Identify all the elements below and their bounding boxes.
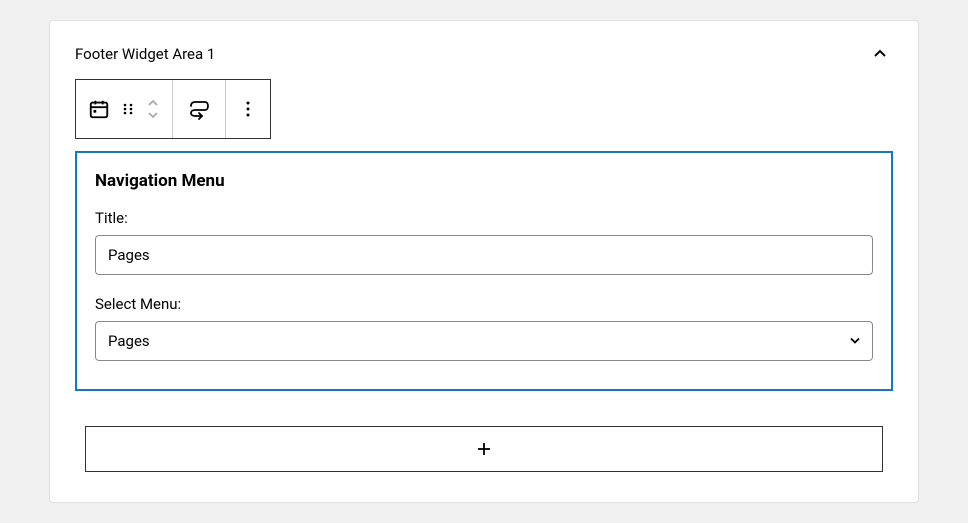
collapse-button[interactable] [867, 41, 893, 67]
block-toolbar [75, 79, 271, 139]
title-label: Title: [95, 209, 873, 227]
select-menu-dropdown[interactable]: Pages [95, 321, 873, 361]
title-field-group: Title: [95, 209, 873, 275]
select-menu-wrapper: Pages [95, 321, 873, 361]
select-menu-label: Select Menu: [95, 295, 873, 313]
panel-header: Footer Widget Area 1 [75, 41, 893, 67]
move-down-button[interactable] [146, 110, 160, 120]
loop-icon [187, 97, 211, 121]
toolbar-group-type [76, 80, 173, 138]
calendar-icon [88, 98, 110, 120]
block-type-button[interactable] [88, 98, 110, 120]
more-vertical-icon [240, 99, 256, 119]
navigation-menu-widget: Navigation Menu Title: Select Menu: Page… [75, 151, 893, 391]
toolbar-group-transform [173, 80, 226, 138]
chevron-down-icon [146, 110, 160, 120]
move-buttons [146, 98, 160, 120]
transform-button[interactable] [187, 97, 211, 121]
title-input[interactable] [95, 235, 873, 275]
drag-handle[interactable] [120, 101, 136, 117]
widget-area-title: Footer Widget Area 1 [75, 45, 215, 63]
drag-icon [120, 101, 136, 117]
chevron-up-icon [146, 98, 160, 108]
add-block-button[interactable] [85, 426, 883, 472]
more-options-button[interactable] [240, 99, 256, 119]
widget-area-panel: Footer Widget Area 1 [49, 20, 919, 503]
plus-icon [474, 439, 494, 459]
widget-name: Navigation Menu [95, 171, 873, 191]
move-up-button[interactable] [146, 98, 160, 108]
toolbar-group-more [226, 80, 270, 138]
chevron-up-icon [872, 46, 888, 62]
select-menu-field-group: Select Menu: Pages [95, 295, 873, 361]
